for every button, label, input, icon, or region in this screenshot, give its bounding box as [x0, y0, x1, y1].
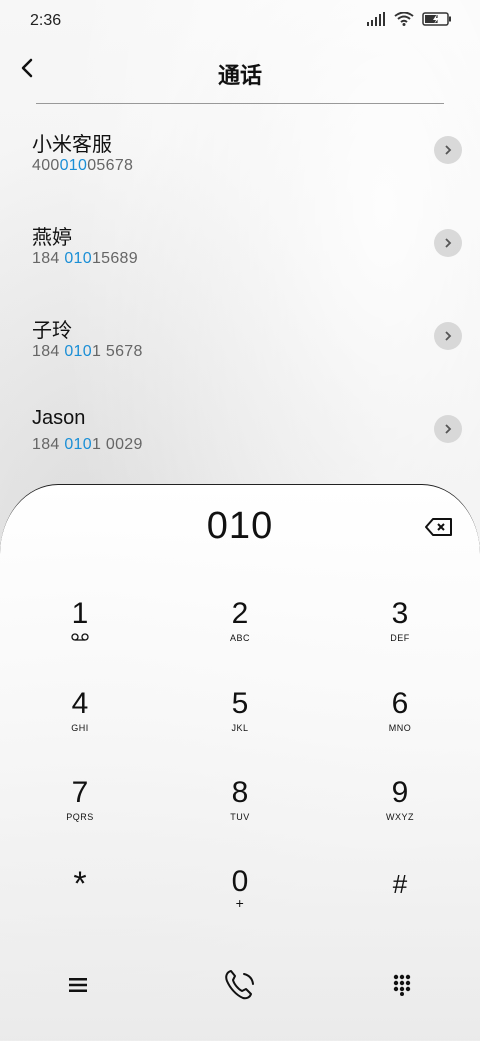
voicemail-icon	[20, 633, 140, 643]
key-star[interactable]: *	[20, 867, 140, 937]
dialpad-panel: 010 1 2 ABC 3 DEF 4 GHI 5 JKL 6 MNO 7 PQ…	[0, 484, 480, 1041]
call-icon[interactable]	[220, 965, 260, 1005]
contact-row[interactable]: 小米客服 40001005678	[0, 110, 480, 203]
contact-row[interactable]: Jason 184 0101 0029	[0, 389, 480, 482]
contact-name: Jason	[32, 407, 86, 429]
battery-icon	[422, 12, 452, 31]
contact-number: 184 01015689	[32, 250, 138, 267]
key-0[interactable]: 0 +	[180, 865, 300, 935]
contact-row[interactable]: 燕婷 184 01015689	[0, 203, 480, 296]
key-6[interactable]: 6 MNO	[340, 687, 460, 757]
page-title: 通话	[217, 63, 262, 88]
contact-number: 40001005678	[32, 157, 134, 174]
contact-number: 184 0101 5678	[32, 343, 143, 360]
chevron-right-icon[interactable]	[434, 229, 462, 257]
dialpad-toggle-icon[interactable]	[382, 965, 422, 1005]
dialed-number: 010	[206, 505, 274, 547]
key-4[interactable]: 4 GHI	[20, 687, 140, 757]
signal-icon	[366, 12, 386, 31]
contact-name: 小米客服	[32, 134, 112, 156]
chevron-right-icon[interactable]	[434, 322, 462, 350]
key-7[interactable]: 7 PQRS	[20, 776, 140, 846]
key-9[interactable]: 9 WXYZ	[340, 776, 460, 846]
status-bar: 2:36	[0, 0, 480, 40]
menu-icon[interactable]	[58, 965, 98, 1005]
key-5[interactable]: 5 JKL	[180, 687, 300, 757]
contact-name: 子玲	[32, 320, 72, 342]
chevron-right-icon[interactable]	[434, 415, 462, 443]
key-3[interactable]: 3 DEF	[340, 597, 460, 667]
header: 通话	[0, 44, 480, 100]
status-icons	[366, 11, 452, 31]
key-hash[interactable]: #	[340, 867, 460, 937]
bottom-bar	[0, 965, 480, 1015]
header-divider	[36, 103, 444, 104]
contact-name: 燕婷	[32, 227, 72, 249]
wifi-icon	[394, 11, 414, 31]
key-1[interactable]: 1	[20, 597, 140, 667]
key-2[interactable]: 2 ABC	[180, 597, 300, 667]
contact-number: 184 0101 0029	[32, 436, 143, 453]
contact-list: 小米客服 40001005678 燕婷 184 01015689 子玲 184 …	[0, 110, 480, 482]
chevron-right-icon[interactable]	[434, 136, 462, 164]
key-8[interactable]: 8 TUV	[180, 776, 300, 846]
status-time: 2:36	[30, 12, 62, 29]
contact-row[interactable]: 子玲 184 0101 5678	[0, 296, 480, 389]
backspace-icon[interactable]	[424, 515, 454, 539]
